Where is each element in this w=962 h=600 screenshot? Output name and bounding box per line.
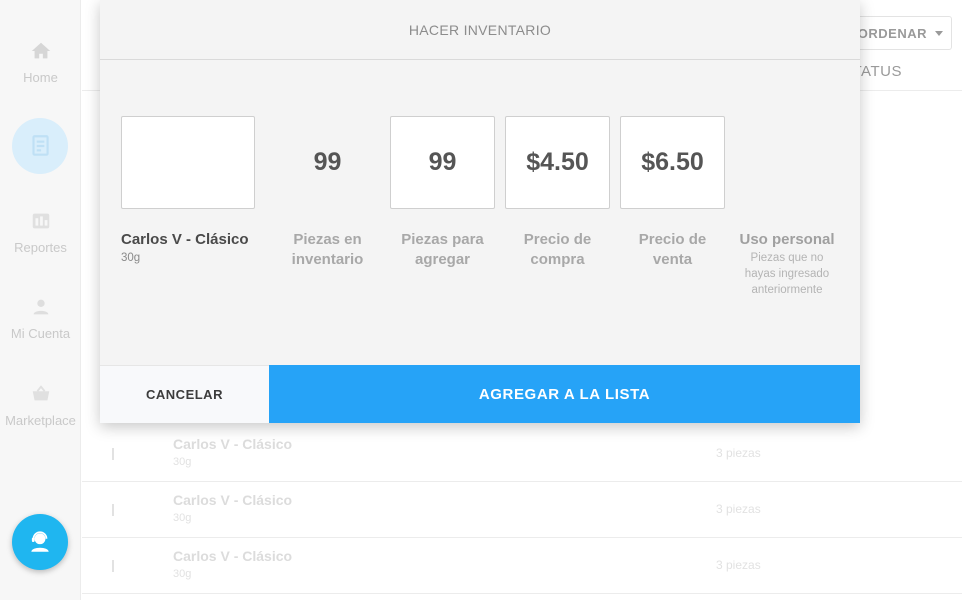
- stock-label-line1: Piezas en: [293, 231, 362, 248]
- sell-price-input[interactable]: $6.50: [620, 116, 725, 209]
- pieces-to-add-input[interactable]: 99: [390, 116, 495, 209]
- buy-price-input[interactable]: $4.50: [505, 116, 610, 209]
- sidebar-item-label: Reportes: [14, 240, 67, 255]
- product-name: Carlos V - Clásico: [121, 231, 249, 248]
- product-weight: 30g: [173, 512, 192, 524]
- pieces-to-add-label-line1: Piezas para: [401, 231, 484, 248]
- cancel-button[interactable]: CANCELAR: [100, 365, 269, 423]
- personal-use-hint: Piezas que no hayas ingresado anteriorme…: [732, 250, 842, 298]
- pieces-to-add-label: Piezas para agregar: [390, 230, 495, 270]
- product-name: Carlos V - Clásico: [173, 548, 293, 564]
- buy-price-label-line2: compra: [530, 251, 585, 268]
- sidebar: Home Reportes Mi Cuenta Marketplace: [0, 0, 81, 600]
- product-quantity: 3 piezas: [716, 558, 761, 572]
- account-icon: [33, 299, 48, 315]
- product-weight: 30g: [121, 252, 141, 264]
- row-handle: [112, 504, 114, 516]
- table-row[interactable]: Carlos V - Clásico 30g 3 piezas: [82, 482, 962, 538]
- sidebar-item-marketplace[interactable]: Marketplace: [0, 383, 81, 428]
- sort-button[interactable]: ORDENAR: [848, 16, 952, 50]
- marketplace-icon: [32, 385, 49, 401]
- stock-label: Piezas en inventario: [275, 230, 380, 270]
- stock-value: 99: [313, 148, 342, 176]
- reports-icon: [32, 213, 49, 229]
- product-quantity: 3 piezas: [716, 446, 761, 460]
- pieces-to-add-label-line2: agregar: [414, 251, 471, 268]
- support-agent-icon: [31, 531, 49, 552]
- table-row[interactable]: Carlos V - Clásico 30g 3 piezas: [82, 538, 962, 594]
- sidebar-item-label: Mi Cuenta: [10, 326, 71, 341]
- row-handle: [112, 448, 114, 460]
- inventory-icon: [32, 135, 49, 156]
- home-icon: [31, 42, 50, 59]
- support-button[interactable]: [12, 514, 68, 570]
- personal-use-hint-line3: anteriormente: [751, 284, 823, 296]
- stock-label-line2: inventario: [291, 251, 364, 268]
- dialog-footer: CANCELAR AGREGAR A LA LISTA: [100, 365, 860, 423]
- sidebar-item-reports[interactable]: Reportes: [0, 210, 81, 255]
- inventory-dialog: HACER INVENTARIO Carlos V - Clásico 30g …: [100, 0, 860, 423]
- sell-price-label: Precio de venta: [620, 230, 725, 270]
- sidebar-item-account[interactable]: Mi Cuenta: [0, 296, 81, 341]
- personal-use-option[interactable]: Uso personal: [732, 230, 842, 250]
- product-name: Carlos V - Clásico: [173, 492, 293, 508]
- sort-label: ORDENAR: [857, 25, 927, 41]
- personal-use-hint-line1: Piezas que no: [750, 252, 824, 264]
- row-handle: [112, 560, 114, 572]
- buy-price-label-line1: Precio de: [523, 231, 592, 248]
- product-weight: 30g: [173, 568, 192, 580]
- personal-use-hint-line2: hayas ingresado: [744, 268, 830, 280]
- product-name: Carlos V - Clásico: [173, 436, 293, 452]
- add-to-list-button[interactable]: AGREGAR A LA LISTA: [269, 365, 860, 423]
- sell-price-label-line1: Precio de: [638, 231, 707, 248]
- product-image: [121, 116, 255, 209]
- sidebar-item-label: Home: [23, 70, 58, 85]
- sidebar-item-home[interactable]: Home: [0, 40, 81, 85]
- sell-price-label-line2: venta: [652, 251, 693, 268]
- sidebar-item-label: Marketplace: [5, 413, 76, 428]
- table-row[interactable]: Carlos V - Clásico 30g 3 piezas: [82, 426, 962, 482]
- buy-price-label: Precio de compra: [505, 230, 610, 270]
- sidebar-item-inventory[interactable]: [12, 118, 68, 174]
- dialog-title: HACER INVENTARIO: [100, 0, 860, 60]
- chevron-down-icon: [935, 31, 943, 36]
- product-weight: 30g: [173, 456, 192, 468]
- product-quantity: 3 piezas: [716, 502, 761, 516]
